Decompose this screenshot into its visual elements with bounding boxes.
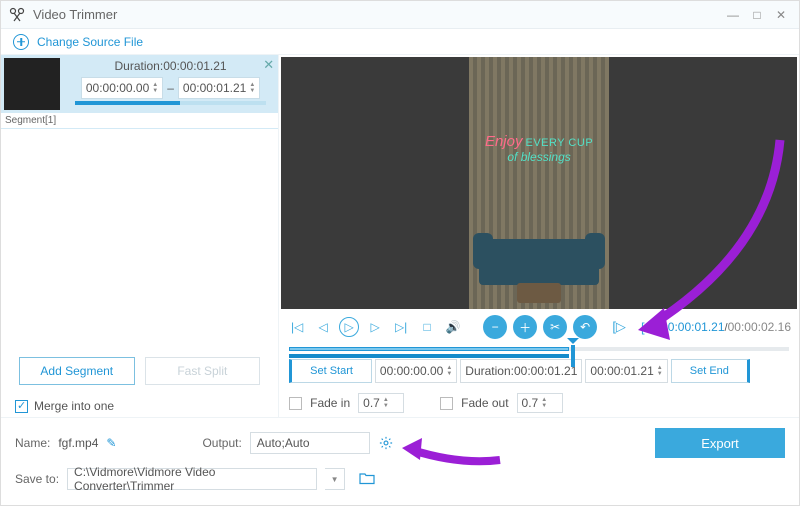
segment-start-input[interactable]: 00:00:00.00▲▼ bbox=[81, 77, 163, 99]
volume-icon[interactable]: 🔊 bbox=[443, 317, 463, 337]
split-icon[interactable]: ✂ bbox=[543, 315, 567, 339]
trim-duration-display: Duration:00:00:01.21 bbox=[460, 359, 582, 383]
app-title: Video Trimmer bbox=[33, 7, 721, 22]
stepper-down-icon[interactable]: ▼ bbox=[446, 371, 452, 377]
set-start-button[interactable]: Set Start bbox=[289, 359, 372, 383]
name-label: Name: bbox=[15, 436, 50, 450]
bottom-bar: Name: fgf.mp4 ✎ Output: Auto;Auto Export… bbox=[1, 417, 799, 500]
merge-label: Merge into one bbox=[34, 399, 114, 413]
name-value: fgf.mp4 bbox=[58, 436, 98, 450]
undo-icon[interactable]: ↶ bbox=[573, 315, 597, 339]
sidebar: ✕ Duration:00:00:01.21 00:00:00.00▲▼ – 0… bbox=[1, 55, 279, 417]
segment-label: Segment[1] bbox=[1, 113, 278, 129]
output-label: Output: bbox=[202, 436, 241, 450]
save-path-input[interactable]: C:\Vidmore\Vidmore Video Converter\Trimm… bbox=[67, 468, 317, 490]
add-segment-button[interactable]: Add Segment bbox=[19, 357, 135, 385]
zoom-out-icon[interactable]: − bbox=[483, 315, 507, 339]
add-source-icon[interactable] bbox=[13, 34, 29, 50]
merge-checkbox[interactable] bbox=[15, 400, 28, 413]
fade-in-label: Fade in bbox=[310, 396, 350, 410]
timeline-track[interactable] bbox=[289, 347, 789, 351]
fade-out-input[interactable]: 0.7▲▼ bbox=[517, 393, 563, 413]
segment-thumbnail[interactable] bbox=[4, 58, 60, 110]
output-value[interactable]: Auto;Auto bbox=[250, 432, 370, 454]
open-folder-icon[interactable] bbox=[359, 471, 375, 488]
player-controls: |◁ ◁ ▷ ▷ ▷| □ 🔊 − ＋ ✂ ↶ [▷ [▫ 00:00:01.2… bbox=[279, 309, 799, 345]
segment-row[interactable]: ✕ Duration:00:00:01.21 00:00:00.00▲▼ – 0… bbox=[1, 55, 278, 113]
goto-start-icon[interactable]: |◁ bbox=[287, 317, 307, 337]
next-frame-icon[interactable]: ▷ bbox=[365, 317, 385, 337]
edit-name-icon[interactable]: ✎ bbox=[106, 436, 116, 450]
stepper-down-icon[interactable]: ▼ bbox=[541, 403, 547, 409]
maximize-button[interactable]: □ bbox=[745, 3, 769, 27]
stepper-down-icon[interactable]: ▼ bbox=[152, 88, 158, 94]
save-to-label: Save to: bbox=[15, 472, 59, 486]
export-button[interactable]: Export bbox=[655, 428, 785, 458]
minimize-button[interactable]: — bbox=[721, 3, 745, 27]
app-icon bbox=[7, 5, 27, 25]
change-source-link[interactable]: Change Source File bbox=[37, 35, 143, 49]
save-path-dropdown[interactable]: ▼ bbox=[325, 468, 345, 490]
fade-in-checkbox[interactable] bbox=[289, 397, 302, 410]
zoom-in-icon[interactable]: ＋ bbox=[513, 315, 537, 339]
output-settings-icon[interactable] bbox=[378, 435, 394, 451]
fast-split-button: Fast Split bbox=[145, 357, 261, 385]
timeline-handle[interactable] bbox=[569, 343, 579, 371]
video-preview[interactable]: Enjoy EVERY CUP of blessings bbox=[281, 57, 797, 309]
bracket-left-icon[interactable]: [▷ bbox=[609, 317, 629, 337]
main-panel: Enjoy EVERY CUP of blessings |◁ ◁ ▷ ▷ ▷|… bbox=[279, 55, 799, 417]
time-display: 00:00:01.21/00:00:02.16 bbox=[661, 320, 791, 334]
play-icon[interactable]: ▷ bbox=[339, 317, 359, 337]
close-button[interactable]: ✕ bbox=[769, 3, 793, 27]
segment-end-input[interactable]: 00:00:01.21▲▼ bbox=[178, 77, 260, 99]
goto-end-icon[interactable]: ▷| bbox=[391, 317, 411, 337]
prev-frame-icon[interactable]: ◁ bbox=[313, 317, 333, 337]
segment-duration: Duration:00:00:01.21 bbox=[69, 59, 272, 73]
stepper-down-icon[interactable]: ▼ bbox=[383, 403, 389, 409]
segment-close-icon[interactable]: ✕ bbox=[263, 57, 274, 73]
top-bar: Change Source File bbox=[1, 29, 799, 55]
fade-out-label: Fade out bbox=[461, 396, 508, 410]
segment-progress bbox=[75, 101, 266, 105]
trim-start-input[interactable]: 00:00:00.00▲▼ bbox=[375, 359, 457, 383]
fade-in-input[interactable]: 0.7▲▼ bbox=[358, 393, 404, 413]
title-bar: Video Trimmer — □ ✕ bbox=[1, 1, 799, 29]
stepper-down-icon[interactable]: ▼ bbox=[249, 88, 255, 94]
bracket-right-icon[interactable]: [▫ bbox=[635, 317, 655, 337]
set-end-button[interactable]: Set End bbox=[671, 359, 750, 383]
stepper-down-icon[interactable]: ▼ bbox=[657, 371, 663, 377]
stop-icon[interactable]: □ bbox=[417, 317, 437, 337]
trim-end-input[interactable]: 00:00:01.21▲▼ bbox=[585, 359, 667, 383]
video-overlay-text: Enjoy EVERY CUP of blessings bbox=[469, 135, 609, 164]
fade-out-checkbox[interactable] bbox=[440, 397, 453, 410]
